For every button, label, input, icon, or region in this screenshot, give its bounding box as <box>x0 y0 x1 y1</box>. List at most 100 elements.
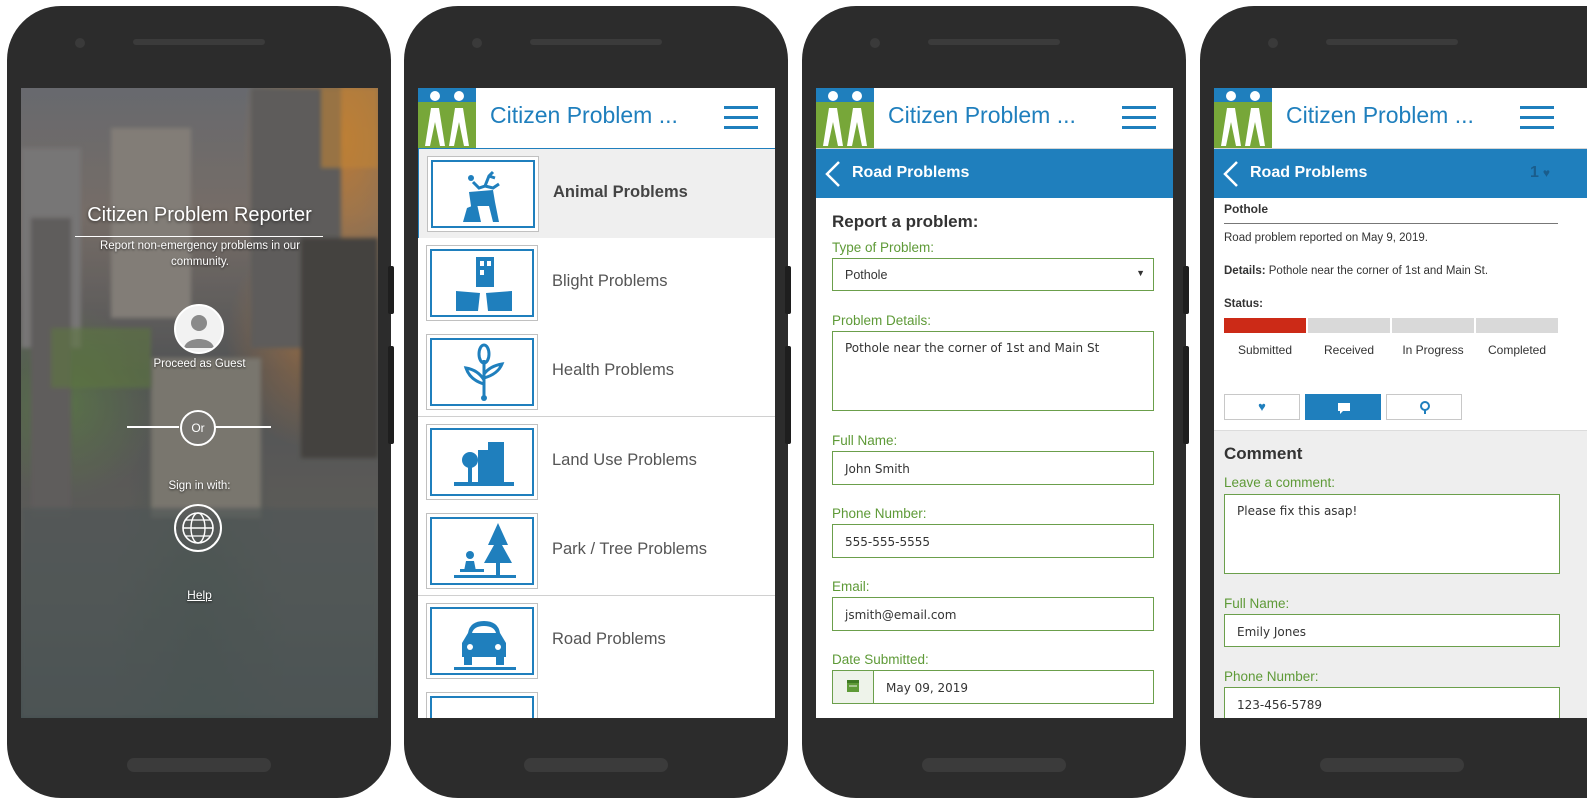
category-thumbnail <box>426 513 538 589</box>
deer-icon <box>433 170 537 234</box>
detail-screen: Citizen Problem ... Road Problems 1 ♥ Pot… <box>1214 88 1587 718</box>
app-header: Citizen Problem ... <box>418 88 775 149</box>
category-item[interactable]: Park / Tree Problems <box>418 506 775 596</box>
category-label: Blight Problems <box>552 271 668 290</box>
app-logo <box>816 88 874 148</box>
app-logo <box>418 88 476 148</box>
app-subtitle: Report non-emergency problems in our com… <box>99 240 301 268</box>
phone-frame-report: Citizen Problem ... Road Problems Report… <box>802 6 1186 798</box>
form-heading: Report a problem: <box>832 212 979 231</box>
category-thumbnail <box>426 334 538 410</box>
date-field[interactable]: May 09, 2019 <box>832 670 1154 704</box>
phone-frame-detail: Citizen Problem ... Road Problems 1 ♥ Pot… <box>1200 6 1587 798</box>
nav-bar: Road Problems 1 ♥ <box>1214 149 1587 198</box>
phone-frame-login: Citizen Problem Reporter Report non-emer… <box>7 6 391 798</box>
phone-frame-categories: Citizen Problem ... Animal Problems Bligh… <box>404 6 788 798</box>
title-divider <box>75 236 323 237</box>
speaker <box>133 39 265 45</box>
help-link[interactable]: Help <box>21 588 378 602</box>
category-thumbnail <box>426 244 538 323</box>
phone-label: Phone Number: <box>1224 669 1319 684</box>
car-icon <box>432 620 536 681</box>
location-button[interactable] <box>1386 394 1462 420</box>
category-item[interactable]: Blight Problems <box>418 237 775 328</box>
menu-icon[interactable] <box>724 104 758 130</box>
status-progress: Submitted Received In Progress Completed <box>1224 318 1558 364</box>
like-button[interactable]: ♥ <box>1224 394 1300 420</box>
or-separator: Or <box>180 410 216 446</box>
status-step-label: Submitted <box>1237 343 1293 357</box>
category-label: Health Problems <box>552 361 674 379</box>
plant-icon <box>432 343 536 412</box>
date-label: Date Submitted: <box>832 652 929 667</box>
full-name-label: Full Name: <box>1224 596 1290 611</box>
email-label: Email: <box>832 579 870 594</box>
full-name-label: Full Name: <box>832 433 898 448</box>
category-thumbnail <box>427 156 539 232</box>
comment-icon <box>1338 403 1350 414</box>
guest-avatar-icon[interactable] <box>174 304 224 354</box>
details-textarea[interactable]: Pothole near the corner of 1st and Main … <box>832 331 1154 411</box>
header-title: Citizen Problem ... <box>888 102 1076 128</box>
comment-button[interactable] <box>1305 394 1381 420</box>
category-item[interactable]: Animal Problems <box>418 148 775 239</box>
details-text: Details: Pothole near the corner of 1st … <box>1224 265 1489 277</box>
dropdown-arrow-icon: ▼ <box>1136 268 1145 278</box>
calendar-icon[interactable] <box>833 671 874 703</box>
status-step-label: Completed <box>1487 343 1547 357</box>
category-label: Road Problems <box>552 629 666 648</box>
login-screen: Citizen Problem Reporter Report non-emer… <box>21 88 378 718</box>
report-screen: Citizen Problem ... Road Problems Report… <box>816 88 1173 718</box>
menu-icon[interactable] <box>1520 104 1554 130</box>
back-arrow-icon[interactable] <box>1220 159 1242 189</box>
heart-icon: ♥ <box>1542 166 1551 180</box>
app-header: Citizen Problem ... <box>816 88 1173 149</box>
comment-label: Leave a comment: <box>1224 475 1336 490</box>
or-divider-left <box>127 426 179 428</box>
full-name-field[interactable]: Emily Jones <box>1224 614 1560 647</box>
app-title: Citizen Problem Reporter <box>87 204 312 226</box>
category-label: Animal Problems <box>553 183 688 201</box>
nav-title: Road Problems <box>852 164 970 181</box>
category-label: Land Use Problems <box>552 450 697 469</box>
like-count: 1 ♥ <box>1530 164 1551 181</box>
map-pin-icon <box>1420 401 1430 414</box>
category-thumbnail <box>426 423 538 500</box>
problem-type-value: Pothole <box>845 268 888 282</box>
category-item[interactable]: Land Use Problems <box>418 416 775 507</box>
status-label: Status: <box>1224 298 1263 310</box>
proceed-as-guest-link[interactable]: Proceed as Guest <box>21 358 378 370</box>
header-title: Citizen Problem ... <box>1286 102 1474 128</box>
heart-icon: ♥ <box>1258 399 1266 414</box>
sign-in-label: Sign in with: <box>168 480 231 492</box>
app-logo <box>1214 88 1272 148</box>
camera <box>75 38 85 48</box>
back-arrow-icon[interactable] <box>822 159 844 189</box>
status-segment <box>1476 318 1558 333</box>
category-item[interactable]: Road Problems <box>418 595 775 686</box>
category-item-partial[interactable] <box>418 685 775 718</box>
comment-textarea[interactable]: Please fix this asap! <box>1224 494 1560 574</box>
category-thumbnail <box>426 602 538 681</box>
damaged-building-icon <box>432 256 536 323</box>
email-field[interactable]: jsmith@email.com <box>832 597 1154 631</box>
type-label: Type of Problem: <box>832 240 935 255</box>
date-value: May 09, 2019 <box>886 681 969 695</box>
phone-field[interactable]: 123-456-5789 <box>1224 687 1560 718</box>
phone-field[interactable]: 555-555-5555 <box>832 524 1154 558</box>
problem-type-select[interactable]: Pothole ▼ <box>832 258 1154 291</box>
phone-label: Phone Number: <box>832 506 927 521</box>
app-header: Citizen Problem ... <box>1214 88 1587 149</box>
or-divider-right <box>215 426 271 428</box>
category-item[interactable]: Health Problems <box>418 327 775 417</box>
details-label: Problem Details: <box>832 313 932 328</box>
status-segment <box>1224 318 1306 333</box>
nav-bar: Road Problems <box>816 149 1173 198</box>
globe-icon[interactable] <box>174 504 222 552</box>
full-name-field[interactable]: John Smith <box>832 451 1154 485</box>
comment-heading: Comment <box>1224 444 1303 463</box>
status-step-label: Received <box>1323 343 1375 357</box>
reported-text: Road problem reported on May 9, 2019. <box>1224 232 1428 244</box>
menu-icon[interactable] <box>1122 104 1156 130</box>
header-title: Citizen Problem ... <box>490 102 678 128</box>
